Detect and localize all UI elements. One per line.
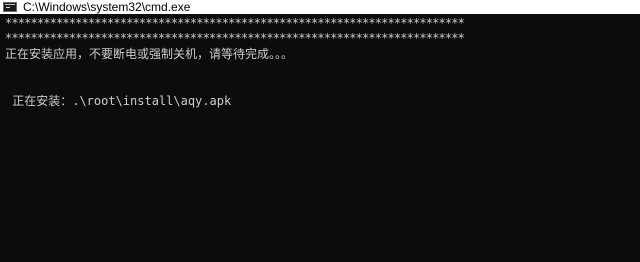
- console-line-stars-1: ****************************************…: [5, 16, 465, 30]
- window-title: C:\Windows\system32\cmd.exe: [23, 0, 191, 14]
- console-output[interactable]: ****************************************…: [0, 16, 640, 262]
- console-line-stars-2: ****************************************…: [5, 31, 465, 45]
- console-line-warning: 正在安装应用，不要断电或强制关机，请等待完成。。。: [5, 47, 294, 61]
- console-line-installing: 正在安装：.\root\install\aqy.apk: [5, 94, 232, 108]
- cmd-window: C:\Windows\system32\cmd.exe ************…: [0, 0, 640, 262]
- cmd-icon[interactable]: [3, 2, 17, 12]
- title-bar[interactable]: C:\Windows\system32\cmd.exe: [0, 0, 640, 14]
